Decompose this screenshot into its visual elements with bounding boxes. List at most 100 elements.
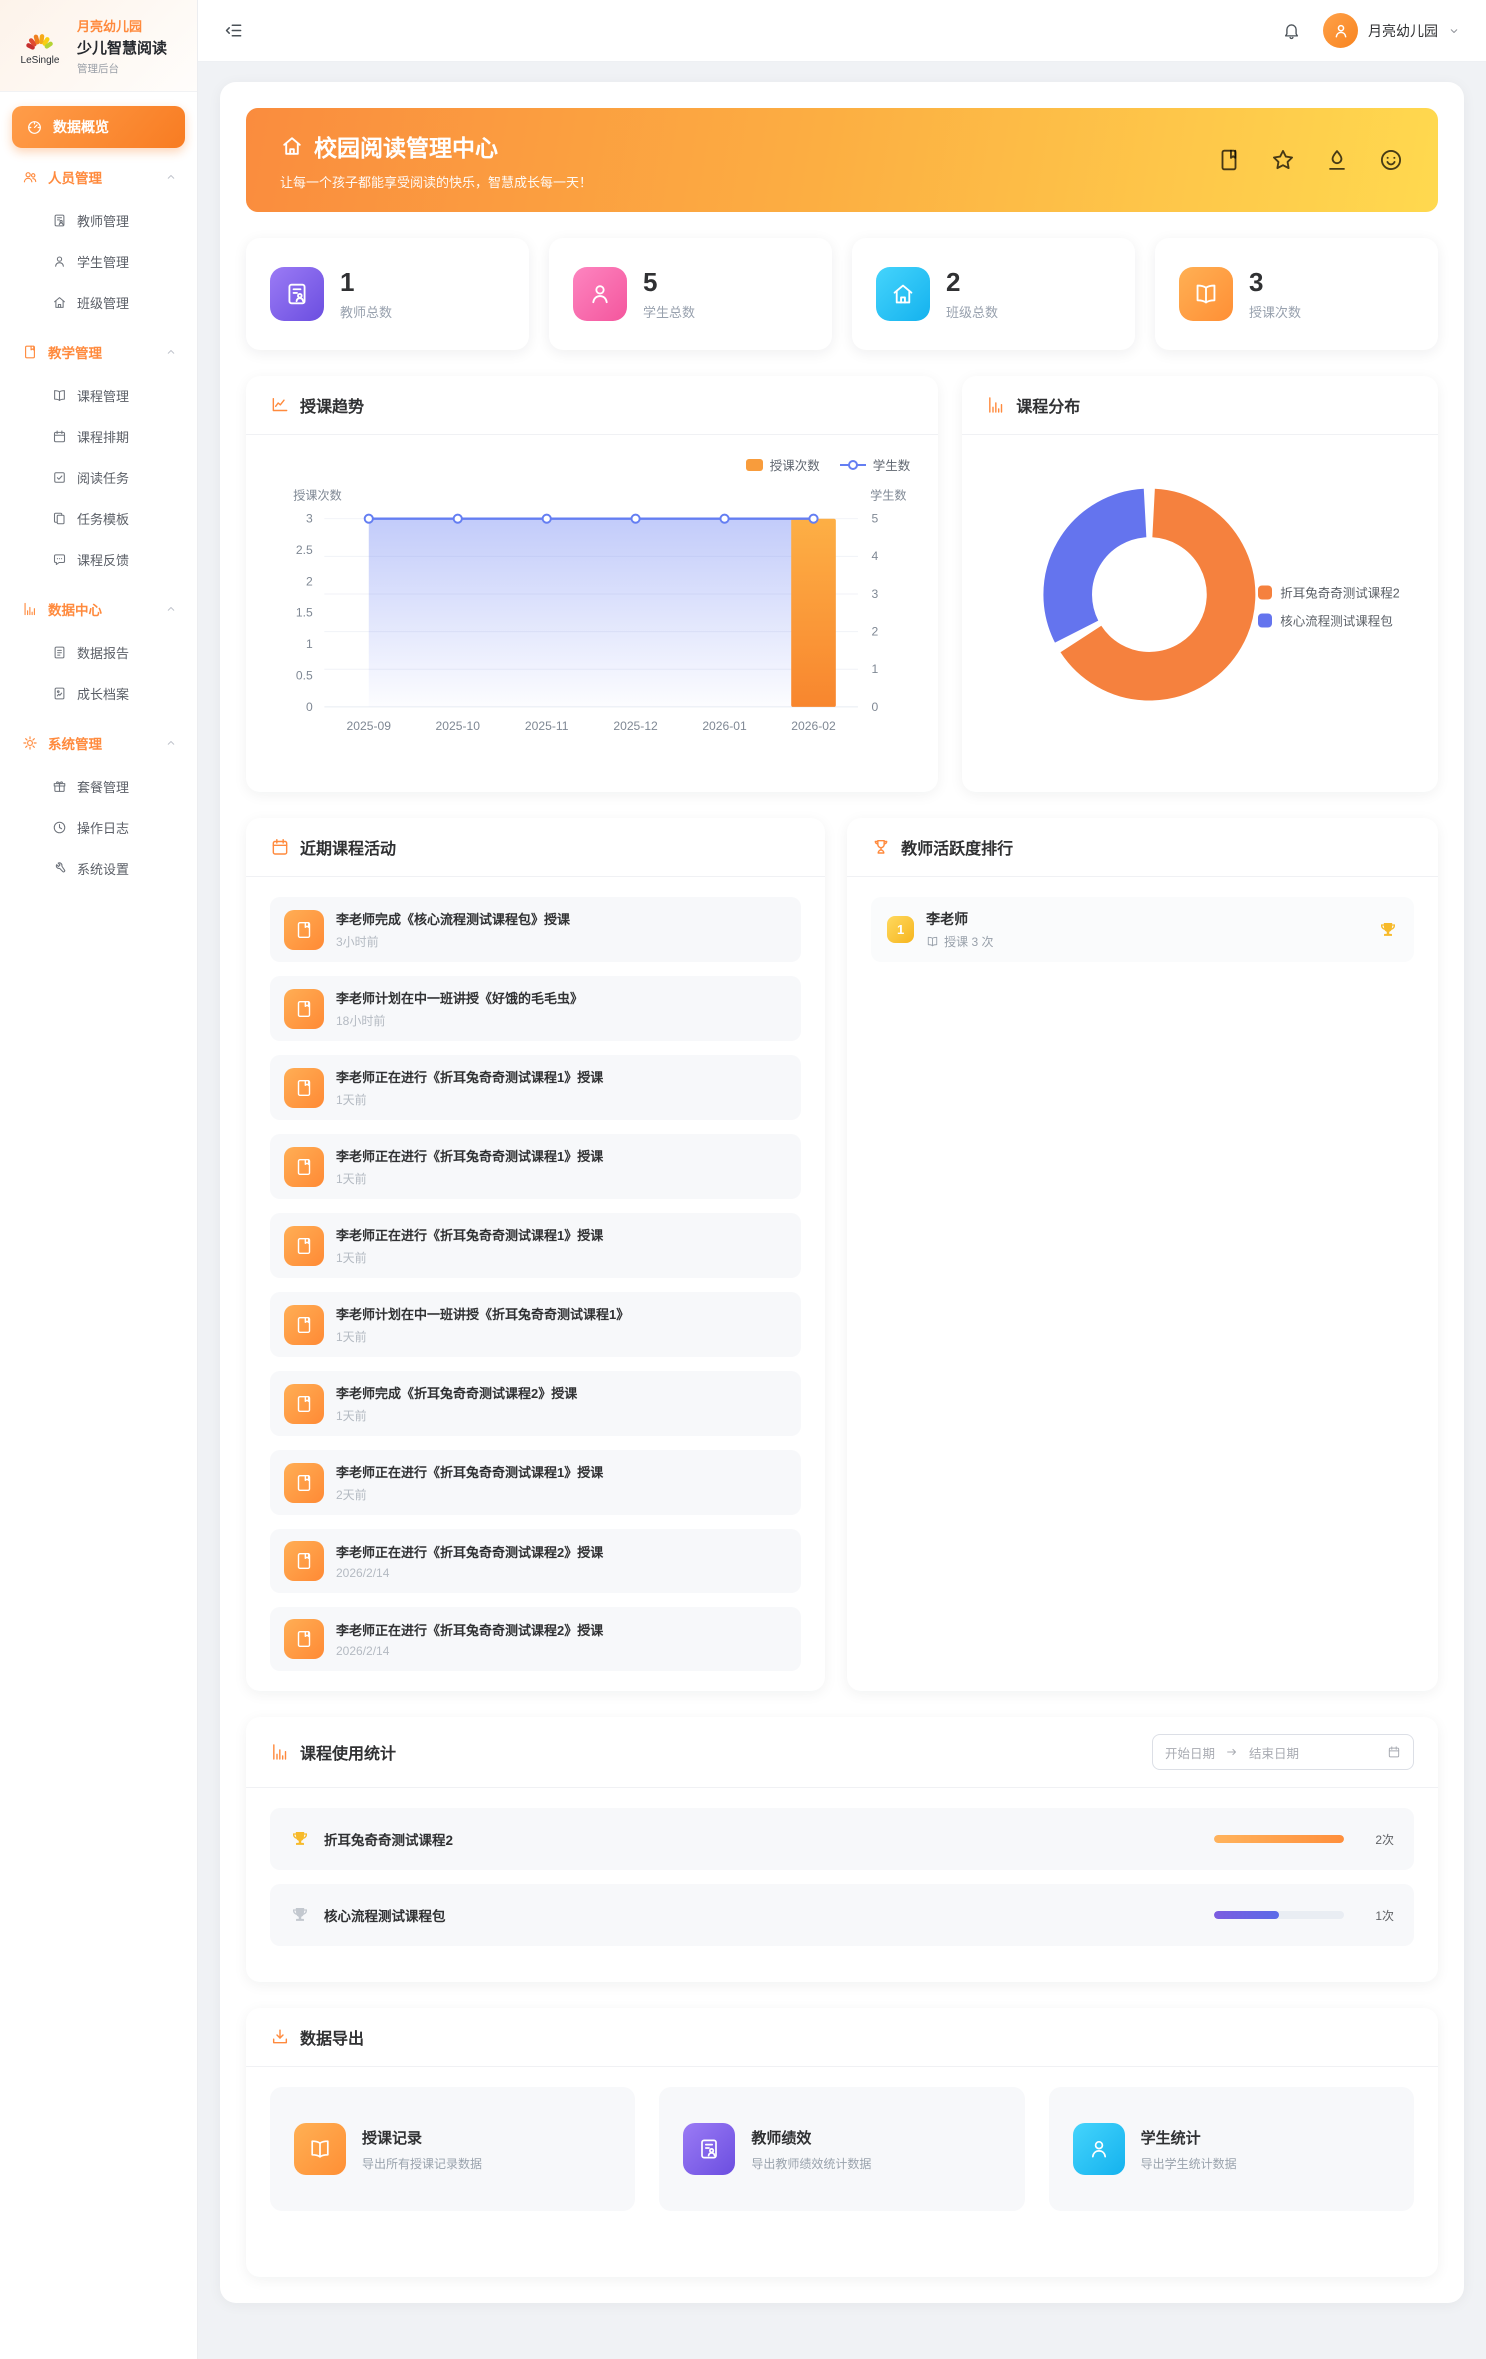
activity-time: 1天前 (336, 1407, 577, 1424)
clock-icon (52, 820, 67, 835)
id-card-icon (697, 2137, 721, 2161)
collapse-sidebar-icon[interactable] (224, 21, 243, 40)
chevron-down-icon (1448, 25, 1460, 37)
activity-icon-box (284, 1147, 324, 1187)
sidebar-item[interactable]: 操作日志 (12, 807, 185, 848)
main-content: 校园阅读管理中心 让每一个孩子都能享受阅读的快乐，智慧成长每一天！ 1 教师总数… (198, 62, 1486, 2323)
sidebar-group-label: 数据中心 (48, 599, 102, 619)
svg-text:学生数: 学生数 (870, 487, 906, 502)
user-menu[interactable]: 月亮幼儿园 (1323, 13, 1460, 48)
activity-ranking-row: 近期课程活动 李老师完成《核心流程测试课程包》授课 3小时前 李老师计划在中一班… (246, 818, 1438, 1691)
sidebar-group-header[interactable]: 系统管理 (12, 720, 185, 766)
notebook-icon (294, 920, 314, 940)
sidebar-item-label: 操作日志 (77, 818, 129, 837)
line-series-marker (840, 459, 866, 471)
archive-icon (52, 686, 67, 701)
sidebar-item[interactable]: 系统设置 (12, 848, 185, 889)
sidebar-group-header[interactable]: 人员管理 (12, 154, 185, 200)
activity-text: 李老师正在进行《折耳兔奇奇测试课程2》授课 (336, 1620, 603, 1639)
trophy-icon (290, 1829, 310, 1849)
date-range-picker[interactable]: 开始日期 结束日期 (1152, 1734, 1414, 1770)
export-card-教师绩效[interactable]: 教师绩效 导出教师绩效统计数据 (659, 2087, 1024, 2211)
home-icon (52, 295, 67, 310)
course-distribution-card: 课程分布 折耳兔奇奇测试课程2核心流程测试课程包 (962, 376, 1438, 792)
gift-icon (52, 779, 67, 794)
stat-label: 班级总数 (946, 302, 998, 321)
sidebar-group-header[interactable]: 教学管理 (12, 329, 185, 375)
export-desc: 导出学生统计数据 (1141, 2155, 1237, 2172)
activity-item: 李老师正在进行《折耳兔奇奇测试课程2》授课 2026/2/14 (270, 1529, 801, 1593)
legend-item-line-series[interactable]: 学生数 (840, 455, 911, 474)
rank-badge: 1 (887, 916, 914, 943)
open-book-icon (308, 2137, 332, 2161)
distribution-legend-item[interactable]: 核心流程测试课程包 (1258, 611, 1399, 630)
export-card-学生统计[interactable]: 学生统计 导出学生统计数据 (1049, 2087, 1414, 2211)
notebook-icon (294, 1551, 314, 1571)
svg-text:2026-02: 2026-02 (791, 719, 836, 733)
activity-icon-box (284, 1226, 324, 1266)
app-logo: LeSingle 月亮幼儿园 少儿智慧阅读 管理后台 (0, 0, 197, 92)
notebook-icon (294, 1473, 314, 1493)
ranking-list: 1 李老师 授课 3 次 (847, 877, 1438, 982)
sidebar-item-dashboard[interactable]: 数据概览 (12, 106, 185, 148)
sidebar: LeSingle 月亮幼儿园 少儿智慧阅读 管理后台 数据概览 人员管理 教师管… (0, 0, 198, 2359)
teacher-ranking-card: 教师活跃度排行 1 李老师 授课 3 次 (847, 818, 1438, 1691)
stat-card: 5 学生总数 (549, 238, 832, 350)
hero-subtitle: 让每一个孩子都能享受阅读的快乐，智慧成长每一天！ (280, 172, 592, 191)
notebook-icon (294, 1236, 314, 1256)
activity-text: 李老师正在进行《折耳兔奇奇测试课程1》授课 (336, 1067, 603, 1086)
course-name: 核心流程测试课程包 (324, 1905, 446, 1925)
export-card-授课记录[interactable]: 授课记录 导出所有授课记录数据 (270, 2087, 635, 2211)
distribution-legend-item[interactable]: 折耳兔奇奇测试课程2 (1258, 583, 1399, 602)
svg-text:1: 1 (306, 637, 313, 651)
activity-time: 2026/2/14 (336, 1644, 603, 1658)
notification-bell-icon[interactable] (1282, 21, 1301, 40)
sidebar-item[interactable]: 课程排期 (12, 416, 185, 457)
hero-decorative-icons (1216, 147, 1404, 173)
sidebar-item[interactable]: 课程反馈 (12, 539, 185, 580)
sidebar-item[interactable]: 成长档案 (12, 673, 185, 714)
usage-progress-fill (1214, 1911, 1279, 1919)
content-wrapper: 校园阅读管理中心 让每一个孩子都能享受阅读的快乐，智慧成长每一天！ 1 教师总数… (220, 82, 1464, 2303)
sidebar-nav: 数据概览 人员管理 教师管理学生管理班级管理 教学管理 课程管理课程排期阅读任务… (0, 92, 197, 903)
svg-text:3: 3 (872, 587, 879, 601)
sidebar-item[interactable]: 套餐管理 (12, 766, 185, 807)
svg-text:2025-10: 2025-10 (436, 719, 481, 733)
sidebar-item[interactable]: 班级管理 (12, 282, 185, 323)
sidebar-item-label: 班级管理 (77, 293, 129, 312)
legend-item-bar-series[interactable]: 授课次数 (746, 455, 820, 474)
calendar-icon (270, 837, 290, 857)
sidebar-group-label: 系统管理 (48, 733, 102, 753)
sidebar-item[interactable]: 任务模板 (12, 498, 185, 539)
sidebar-group-header[interactable]: 数据中心 (12, 586, 185, 632)
sidebar-item[interactable]: 课程管理 (12, 375, 185, 416)
person-icon (1332, 22, 1350, 40)
trophy-icon (1378, 920, 1398, 940)
sidebar-item[interactable]: 学生管理 (12, 241, 185, 282)
id-card-icon (52, 213, 67, 228)
export-title: 学生统计 (1141, 2127, 1237, 2148)
sidebar-item[interactable]: 教师管理 (12, 200, 185, 241)
sidebar-item[interactable]: 阅读任务 (12, 457, 185, 498)
stat-card: 3 授课次数 (1155, 238, 1438, 350)
home-icon (280, 134, 304, 158)
end-date-placeholder: 结束日期 (1249, 1743, 1299, 1762)
section-title-usage: 课程使用统计 (300, 1740, 1142, 1764)
svg-text:2025-12: 2025-12 (613, 719, 658, 733)
activity-text: 李老师完成《核心流程测试课程包》授课 (336, 909, 570, 928)
svg-text:2026-01: 2026-01 (702, 719, 747, 733)
ranking-item: 1 李老师 授课 3 次 (871, 897, 1414, 962)
app-root: LeSingle 月亮幼儿园 少儿智慧阅读 管理后台 数据概览 人员管理 教师管… (0, 0, 1486, 2359)
bar-chart-icon (986, 395, 1006, 415)
activity-text: 李老师完成《折耳兔奇奇测试课程2》授课 (336, 1383, 577, 1402)
teaching-trend-chart: 32.521.510.505432102025-092025-102025-11… (270, 476, 914, 772)
usage-progress-track (1214, 1835, 1344, 1843)
export-icon-box (1073, 2123, 1125, 2175)
svg-text:0: 0 (306, 700, 313, 714)
activity-icon-box (284, 910, 324, 950)
sidebar-item[interactable]: 数据报告 (12, 632, 185, 673)
distribution-legend: 折耳兔奇奇测试课程2 核心流程测试课程包 (1258, 574, 1399, 639)
activity-item: 李老师计划在中一班讲授《折耳兔奇奇测试课程1》 1天前 (270, 1292, 801, 1357)
notebook-icon (22, 344, 38, 360)
export-cards: 授课记录 导出所有授课记录数据 教师绩效 导出教师绩效统计数据 学生统计 导出学… (270, 2073, 1414, 2211)
